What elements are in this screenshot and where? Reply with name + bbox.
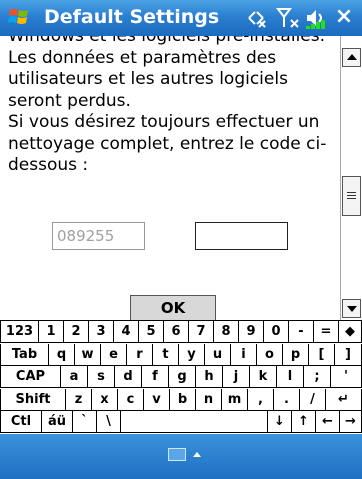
scroll-up-button[interactable] xyxy=(342,48,361,67)
key[interactable]: - xyxy=(289,321,314,343)
key[interactable]: 4 xyxy=(114,321,139,343)
key[interactable]: 2 xyxy=(64,321,89,343)
key[interactable]: 7 xyxy=(189,321,214,343)
close-button[interactable]: × xyxy=(332,5,356,29)
code-input[interactable] xyxy=(195,222,288,250)
key[interactable]: áü xyxy=(42,411,73,433)
key[interactable]: \ xyxy=(97,411,121,433)
key[interactable]: ↓ xyxy=(268,411,292,433)
key[interactable]: t xyxy=(153,343,179,366)
key[interactable]: 9 xyxy=(239,321,264,343)
connectivity-icon[interactable] xyxy=(243,7,269,29)
key[interactable]: w xyxy=(75,343,101,366)
key[interactable]: 123 xyxy=(0,321,39,343)
key[interactable]: 5 xyxy=(139,321,164,343)
key[interactable]: l xyxy=(277,366,304,388)
key[interactable]: q xyxy=(49,343,75,366)
key[interactable]: u xyxy=(205,343,231,366)
key[interactable]: ← xyxy=(316,411,340,433)
key[interactable]: Shift xyxy=(0,388,66,411)
key[interactable]: j xyxy=(223,366,250,388)
scroll-down-button[interactable] xyxy=(342,299,361,318)
key[interactable]: 1 xyxy=(39,321,64,343)
key[interactable]: , xyxy=(248,388,274,411)
arrow-down-icon xyxy=(347,306,357,312)
key[interactable]: d xyxy=(115,366,142,388)
key[interactable]: [ xyxy=(309,343,335,366)
key[interactable]: x xyxy=(92,388,118,411)
key[interactable]: Tab xyxy=(0,343,49,366)
key[interactable]: CAP xyxy=(0,366,61,388)
key[interactable]: 6 xyxy=(164,321,189,343)
key[interactable]: k xyxy=(250,366,277,388)
key[interactable]: y xyxy=(179,343,205,366)
key[interactable]: n xyxy=(196,388,222,411)
grip-line xyxy=(347,195,356,196)
key[interactable]: / xyxy=(300,388,326,411)
scroll-thumb[interactable] xyxy=(342,176,361,216)
key[interactable]: → xyxy=(340,411,362,433)
key[interactable]: r xyxy=(127,343,153,366)
key[interactable]: ◆ xyxy=(339,321,362,343)
code-display: 089255 xyxy=(52,222,145,250)
key[interactable]: ' xyxy=(331,366,362,388)
key[interactable]: 3 xyxy=(89,321,114,343)
key[interactable]: g xyxy=(169,366,196,388)
key[interactable]: ↑ xyxy=(292,411,316,433)
key[interactable]: 0 xyxy=(264,321,289,343)
key[interactable]: a xyxy=(61,366,88,388)
key[interactable]: z xyxy=(66,388,92,411)
keyboard-icon[interactable] xyxy=(168,448,186,461)
keyboard-row: 123 1 2 3 4 5 6 7 8 9 0- = ◆ xyxy=(0,321,362,343)
title-bar: Default Settings × xyxy=(0,0,362,36)
arrow-up-icon xyxy=(347,54,357,60)
key[interactable]: m xyxy=(222,388,248,411)
key[interactable]: c xyxy=(118,388,144,411)
key[interactable]: e xyxy=(101,343,127,366)
menu-bar xyxy=(0,434,362,479)
key[interactable]: i xyxy=(231,343,257,366)
key[interactable]: = xyxy=(314,321,339,343)
keyboard-row: Ctl áü ` \ ↓ ↑ ← → xyxy=(0,411,362,433)
soft-keyboard: 123 1 2 3 4 5 6 7 8 9 0- = ◆ Tab q w e r t y u i o p[] CAP a s d f g h… xyxy=(0,320,362,434)
key[interactable]: . xyxy=(274,388,300,411)
signal-icon[interactable] xyxy=(276,7,302,29)
key[interactable]: v xyxy=(144,388,170,411)
ok-button[interactable]: OK xyxy=(130,295,216,320)
grip-line xyxy=(347,198,356,199)
keyboard-row: CAP a s d f g h j k l; ' xyxy=(0,366,362,388)
vertical-scrollbar[interactable] xyxy=(340,36,362,320)
key[interactable]: o xyxy=(257,343,283,366)
key[interactable]: ` xyxy=(73,411,97,433)
keyboard-row: Tab q w e r t y u i o p[] xyxy=(0,343,362,366)
key-space[interactable] xyxy=(121,411,268,433)
windows-flag-icon[interactable] xyxy=(8,6,30,28)
window-title: Default Settings xyxy=(44,6,220,28)
key[interactable]: ↵ xyxy=(326,388,362,411)
grip-line xyxy=(347,192,356,193)
key[interactable]: f xyxy=(142,366,169,388)
key[interactable]: h xyxy=(196,366,223,388)
chevron-up-icon[interactable] xyxy=(193,452,201,457)
key[interactable]: b xyxy=(170,388,196,411)
instruction-text: Windows et les logiciels pré-installés. … xyxy=(8,36,327,175)
content-area: Windows et les logiciels pré-installés. … xyxy=(0,36,340,320)
volume-icon[interactable] xyxy=(304,7,330,29)
key[interactable]: ; xyxy=(304,366,331,388)
key[interactable]: ] xyxy=(335,343,362,366)
key[interactable]: s xyxy=(88,366,115,388)
key[interactable]: p xyxy=(283,343,309,366)
keyboard-row: Shift z x c v b n m,. / ↵ xyxy=(0,388,362,411)
key[interactable]: 8 xyxy=(214,321,239,343)
key[interactable]: Ctl xyxy=(0,411,42,433)
